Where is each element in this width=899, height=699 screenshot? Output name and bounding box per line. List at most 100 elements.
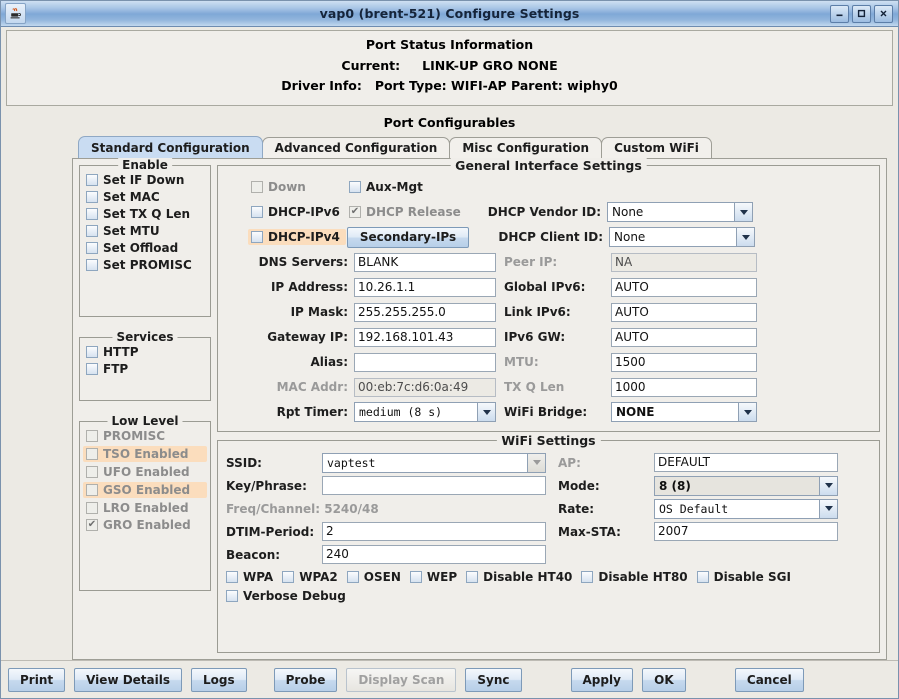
checkbox-label: UFO Enabled xyxy=(103,465,190,479)
checkbox-box xyxy=(86,259,98,271)
left-options-column: Enable Set IF Down Set MAC Set TX Q Len xyxy=(79,158,211,653)
tab-strip: Standard Configuration Advanced Configur… xyxy=(6,136,893,158)
checkbox-wpa2[interactable]: WPA2 xyxy=(282,570,338,584)
checkbox-ftp[interactable]: FTP xyxy=(86,362,204,376)
logs-button[interactable]: Logs xyxy=(191,667,247,692)
dhcp-vendor-id-dropdown[interactable]: None xyxy=(607,202,753,222)
close-icon[interactable] xyxy=(874,4,893,23)
apply-button[interactable]: Apply xyxy=(570,667,633,692)
chevron-down-icon[interactable] xyxy=(734,203,752,221)
ipv6-gw-label: IPv6 GW: xyxy=(504,330,566,344)
max-sta-input[interactable]: 2007 xyxy=(654,522,838,541)
tab-custom-wifi[interactable]: Custom WiFi xyxy=(601,137,712,158)
button-label: Sync xyxy=(477,672,510,687)
checkbox-dhcp-ipv4[interactable]: DHCP-IPv4 xyxy=(248,229,346,245)
checkbox-set-promisc[interactable]: Set PROMISC xyxy=(86,258,204,272)
row-dhcp-ipv6: DHCP-IPv6 ✔ DHCP Release DHCP Vendor ID:… xyxy=(226,201,871,223)
checkbox-disable-sgi[interactable]: Disable SGI xyxy=(696,570,791,584)
checkbox-box xyxy=(226,590,238,602)
checkbox-label: HTTP xyxy=(103,345,139,359)
checkbox-aux-mgt[interactable]: Aux-Mgt xyxy=(349,180,469,194)
wifi-bridge-dropdown[interactable]: NONE xyxy=(611,402,757,422)
alias-input[interactable] xyxy=(354,352,496,372)
tab-misc-configuration[interactable]: Misc Configuration xyxy=(449,137,603,158)
maximize-icon[interactable] xyxy=(852,4,871,23)
checkbox-set-if-down[interactable]: Set IF Down xyxy=(86,173,204,187)
checkbox-label: Disable HT80 xyxy=(598,570,688,584)
button-label: Probe xyxy=(285,672,326,687)
chevron-down-icon[interactable] xyxy=(527,453,545,472)
view-details-button[interactable]: View Details xyxy=(74,667,183,692)
content-area: Port Status Information Current: LINK-UP… xyxy=(1,27,898,660)
checkbox-label: Aux-Mgt xyxy=(366,180,423,194)
chevron-down-icon[interactable] xyxy=(738,403,756,421)
rate-dropdown[interactable]: OS Default xyxy=(654,498,838,519)
checkbox-label: PROMISC xyxy=(103,429,166,443)
checkbox-osen[interactable]: OSEN xyxy=(346,570,401,584)
checkbox-disable-ht80[interactable]: Disable HT80 xyxy=(581,570,688,584)
mtu-input[interactable]: 1500 xyxy=(611,352,757,372)
checkbox-disable-ht40[interactable]: Disable HT40 xyxy=(466,570,572,584)
button-label: OK xyxy=(654,672,674,687)
ip-mask-input[interactable]: 255.255.255.0 xyxy=(354,302,496,322)
checkbox-set-mac[interactable]: Set MAC xyxy=(86,190,204,204)
tab-advanced-configuration[interactable]: Advanced Configuration xyxy=(261,137,451,158)
ip-address-input[interactable]: 10.26.1.1 xyxy=(354,277,496,297)
checkbox-label: Set MAC xyxy=(103,190,160,204)
minimize-icon[interactable] xyxy=(830,4,849,23)
ok-button[interactable]: OK xyxy=(641,667,686,692)
gateway-ip-input[interactable]: 192.168.101.43 xyxy=(354,327,496,347)
checkbox-box xyxy=(251,206,263,218)
checkbox-set-tx-q-len[interactable]: Set TX Q Len xyxy=(86,207,204,221)
ap-input[interactable]: DEFAULT xyxy=(654,453,838,472)
mode-dropdown[interactable]: 8 (8) xyxy=(654,475,838,496)
checkbox-box xyxy=(86,502,98,514)
checkbox-box: ✔ xyxy=(86,519,98,531)
sync-button[interactable]: Sync xyxy=(465,667,522,692)
checkbox-wep[interactable]: WEP xyxy=(409,570,457,584)
rpt-timer-dropdown[interactable]: medium (8 s) xyxy=(354,402,496,422)
checkbox-verbose-debug[interactable]: Verbose Debug xyxy=(226,589,346,603)
checkbox-set-offload[interactable]: Set Offload xyxy=(86,241,204,255)
link-ipv6-input[interactable]: AUTO xyxy=(611,302,757,322)
dns-servers-input[interactable]: BLANK xyxy=(354,252,496,272)
checkbox-box xyxy=(86,466,98,478)
tab-standard-configuration[interactable]: Standard Configuration xyxy=(78,136,263,158)
tx-q-len-input[interactable]: 1000 xyxy=(611,377,757,397)
checkbox-box xyxy=(251,231,263,243)
beacon-input[interactable]: 240 xyxy=(322,545,546,564)
checkbox-box xyxy=(696,571,709,583)
key-phrase-input[interactable] xyxy=(322,476,546,495)
checkbox-box xyxy=(86,484,98,496)
global-ipv6-label: Global IPv6: xyxy=(504,280,586,294)
secondary-ips-button[interactable]: Secondary-IPs xyxy=(347,226,469,248)
checkbox-gro-enabled: ✔ GRO Enabled xyxy=(86,518,204,532)
checkbox-label: GRO Enabled xyxy=(103,518,191,532)
cancel-button[interactable]: Cancel xyxy=(734,667,804,692)
checkbox-wpa[interactable]: WPA xyxy=(226,570,273,584)
checkbox-dhcp-ipv6[interactable]: DHCP-IPv6 xyxy=(251,205,349,219)
probe-button[interactable]: Probe xyxy=(273,667,338,692)
checkbox-http[interactable]: HTTP xyxy=(86,345,204,359)
driver-info-label: Driver Info: xyxy=(281,78,362,93)
chevron-down-icon[interactable] xyxy=(819,499,837,518)
print-button[interactable]: Print xyxy=(8,667,66,692)
checkbox-set-mtu[interactable]: Set MTU xyxy=(86,224,204,238)
checkbox-box xyxy=(86,242,98,254)
checkbox-box xyxy=(86,225,98,237)
chevron-down-icon[interactable] xyxy=(736,228,754,246)
port-status-title: Port Status Information xyxy=(365,37,534,52)
chevron-down-icon[interactable] xyxy=(819,476,837,495)
checkbox-label: Set PROMISC xyxy=(103,258,192,272)
chevron-down-icon[interactable] xyxy=(477,403,495,421)
row-dtim-maxsta: DTIM-Period: 2 Max-STA: 2007 xyxy=(226,520,871,543)
mode-label: Mode: xyxy=(558,478,600,493)
ipv6-gw-input[interactable]: AUTO xyxy=(611,327,757,347)
tab-label: Misc Configuration xyxy=(462,141,590,155)
global-ipv6-input[interactable]: AUTO xyxy=(611,277,757,297)
dhcp-vendor-id-label: DHCP Vendor ID: xyxy=(487,205,601,219)
dhcp-client-id-dropdown[interactable]: None xyxy=(609,227,755,247)
low-level-group: Low Level PROMISC TSO Enabled UFO Enable… xyxy=(79,414,211,591)
ssid-dropdown[interactable]: vaptest xyxy=(322,452,546,473)
dtim-period-input[interactable]: 2 xyxy=(322,522,546,541)
